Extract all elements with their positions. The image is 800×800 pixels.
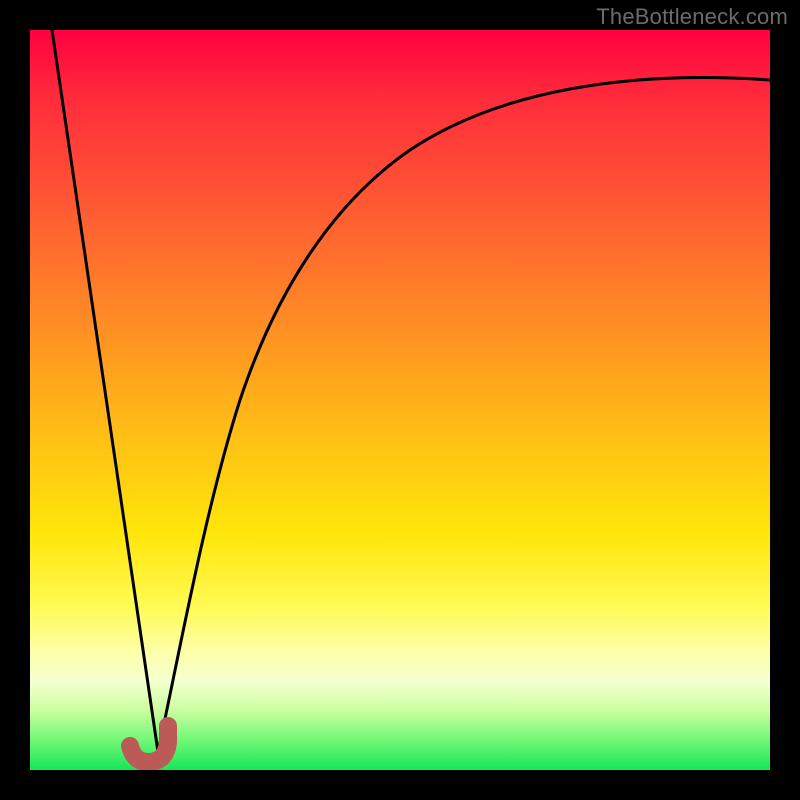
j-marker: [130, 726, 168, 762]
chart-svg: [30, 30, 770, 770]
chart-frame: TheBottleneck.com: [0, 0, 800, 800]
curve-left: [52, 30, 158, 752]
curve-right: [158, 78, 770, 752]
plot-area: [30, 30, 770, 770]
watermark-text: TheBottleneck.com: [596, 4, 788, 30]
